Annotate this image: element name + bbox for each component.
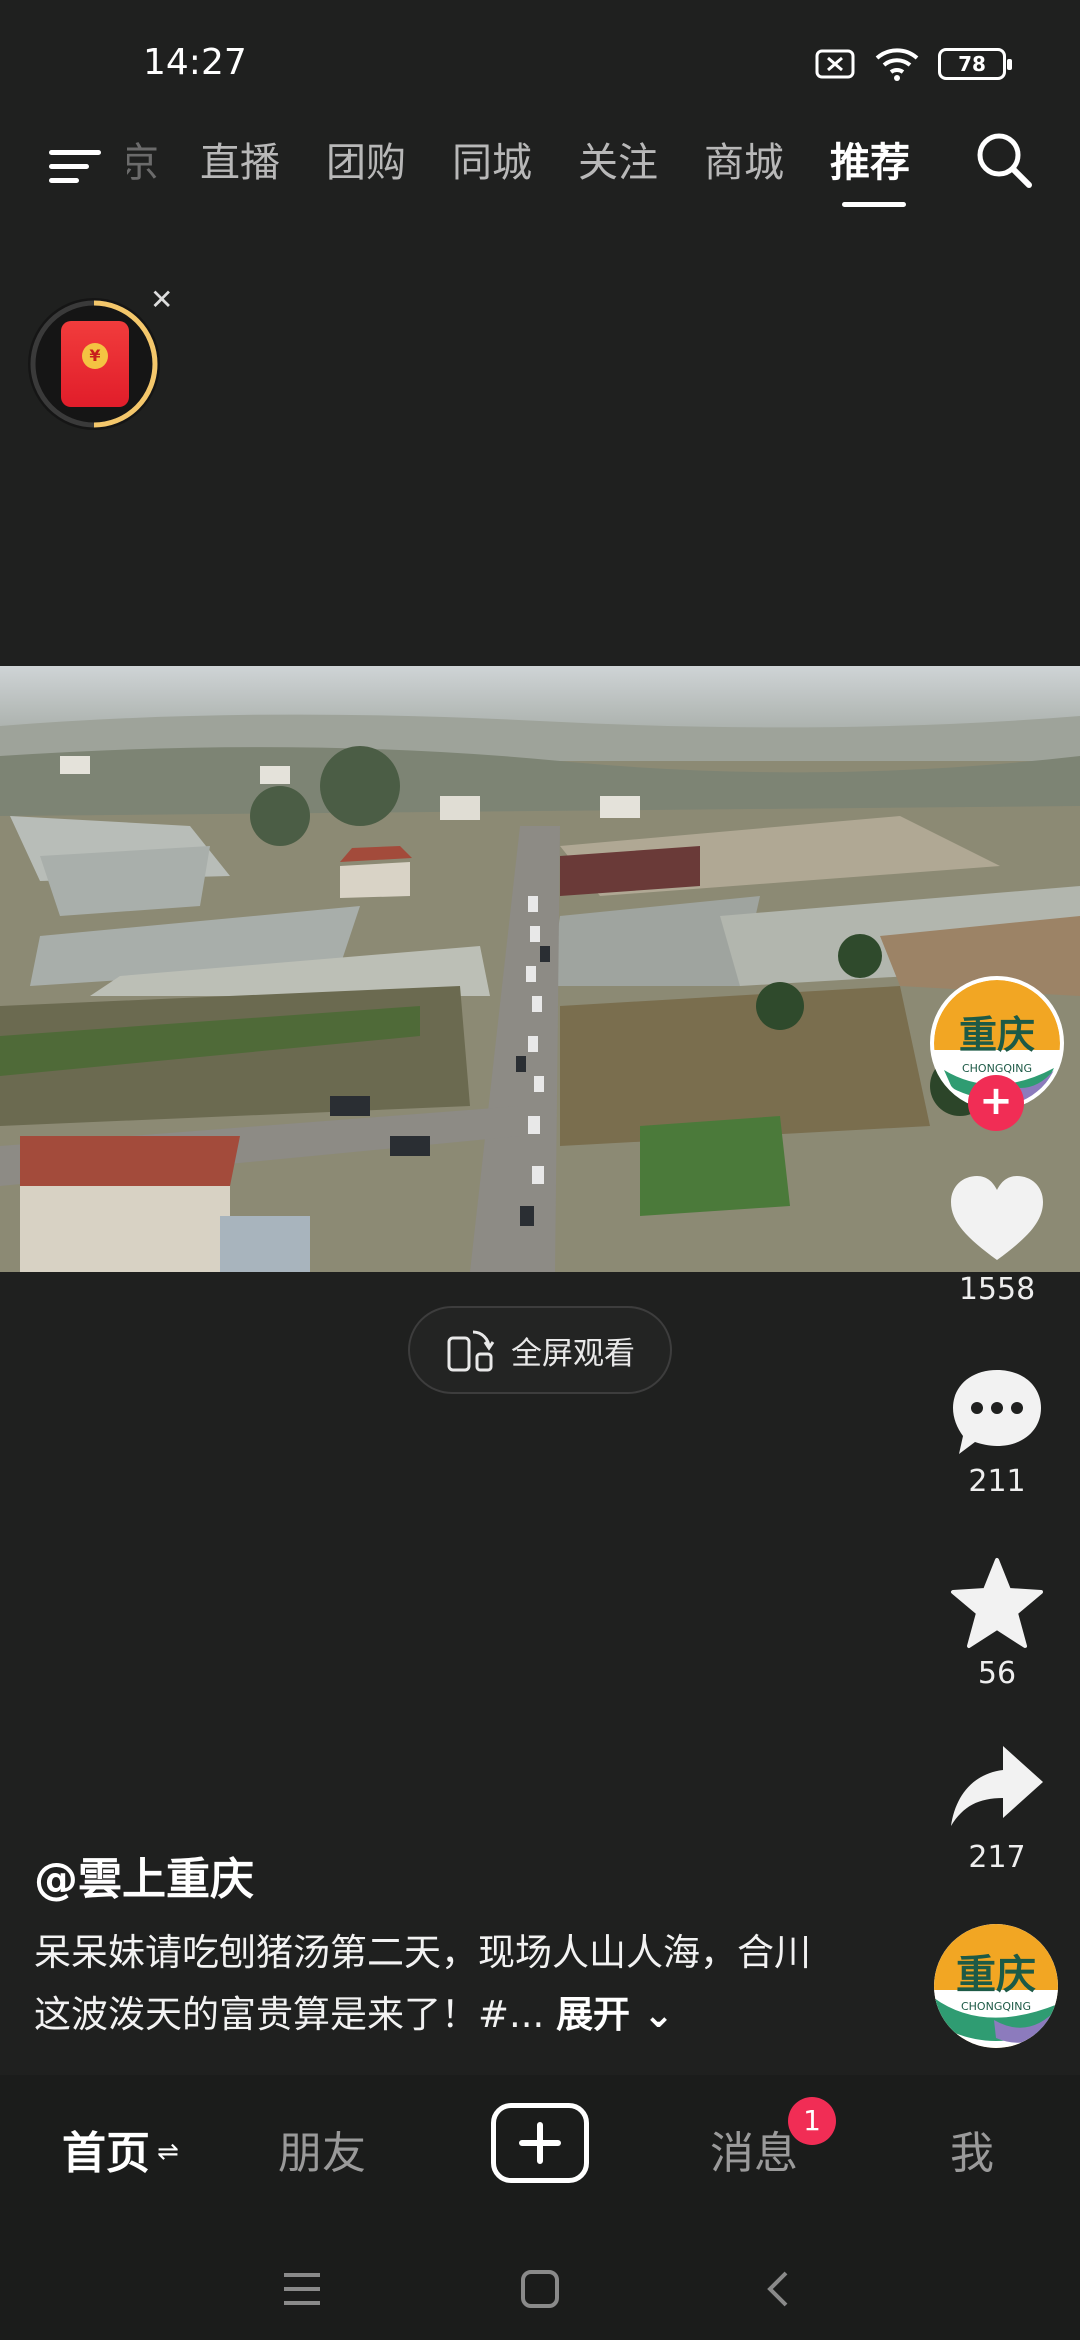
- tab-local[interactable]: 同城: [452, 130, 532, 188]
- recent-apps-icon[interactable]: [282, 2271, 322, 2307]
- back-icon[interactable]: [762, 2269, 792, 2309]
- red-envelope-icon: ¥: [61, 321, 129, 407]
- plus-icon: [519, 2122, 561, 2164]
- tab-following[interactable]: 关注: [578, 130, 658, 188]
- nav-messages[interactable]: 消息: [710, 2117, 798, 2181]
- comment-icon: [953, 1370, 1041, 1454]
- battery-level: 78: [958, 52, 986, 76]
- fullscreen-label: 全屏观看: [511, 1335, 635, 1372]
- expand-button[interactable]: 展开 ⌄: [556, 1993, 674, 2036]
- expand-label: 展开: [556, 1993, 631, 2036]
- wifi-icon: [875, 48, 919, 81]
- menu-icon[interactable]: [45, 136, 105, 196]
- chevron-down-icon: ⌄: [630, 1993, 674, 2036]
- create-button[interactable]: [491, 2103, 589, 2183]
- video-caption: 呆呆妹请吃刨猪汤第二天，现场人山人海，合川这波泼天的富贵算是来了！#... 展开…: [34, 1922, 814, 2046]
- close-icon[interactable]: ✕: [150, 283, 173, 316]
- share-icon: [951, 1746, 1043, 1826]
- fullscreen-button[interactable]: 全屏观看: [408, 1306, 672, 1394]
- heart-icon: [951, 1176, 1043, 1260]
- follow-button[interactable]: +: [968, 1075, 1024, 1131]
- share-button[interactable]: 217: [940, 1740, 1054, 1875]
- comment-count: 211: [968, 1464, 1026, 1499]
- system-nav-bar: [0, 2215, 1080, 2340]
- message-badge: 1: [788, 2097, 836, 2145]
- status-bar: 14:27 78: [0, 0, 1080, 120]
- author-name[interactable]: @雲上重庆: [34, 1843, 254, 1907]
- sim-x-icon: [815, 49, 855, 79]
- creator-avatar-text: 重庆: [959, 1013, 1035, 1057]
- video-frame: [0, 666, 1080, 1272]
- status-icons: 78: [814, 46, 1012, 82]
- comment-button[interactable]: 211: [940, 1364, 1054, 1499]
- tab-live[interactable]: 直播: [200, 130, 280, 188]
- star-icon: [951, 1558, 1043, 1648]
- like-count: 1558: [958, 1272, 1036, 1307]
- tab-cut-off[interactable]: 京: [127, 130, 159, 188]
- share-count: 217: [968, 1840, 1026, 1875]
- red-packet-widget[interactable]: ¥: [28, 298, 160, 430]
- tab-recommend[interactable]: 推荐: [830, 130, 910, 188]
- music-disc-subtext: CHONGQING: [961, 2000, 1031, 2013]
- rotate-screen-icon: [447, 1330, 495, 1372]
- nav-me[interactable]: 我: [950, 2117, 994, 2181]
- music-disc-logo: 重庆 CHONGQING: [934, 1924, 1058, 2048]
- status-time: 14:27: [143, 42, 247, 83]
- swap-icon[interactable]: ⇌: [157, 2137, 179, 2167]
- nav-home[interactable]: 首页: [62, 2117, 150, 2181]
- home-icon[interactable]: [520, 2269, 560, 2309]
- caption-text: 呆呆妹请吃刨猪汤第二天，现场人山人海，合川这波泼天的富贵算是来了！#...: [34, 1931, 811, 2036]
- tab-group-buy[interactable]: 团购: [326, 130, 406, 188]
- favorite-button[interactable]: 56: [940, 1556, 1054, 1691]
- like-button[interactable]: 1558: [940, 1172, 1054, 1307]
- top-tab-bar: 京 直播 团购 同城 关注 商城 推荐: [0, 120, 1080, 220]
- coin-icon: ¥: [82, 343, 108, 369]
- battery-icon: 78: [938, 48, 1012, 80]
- music-disc-text: 重庆: [956, 1952, 1036, 1998]
- nav-friends[interactable]: 朋友: [278, 2117, 366, 2181]
- video-player[interactable]: [0, 666, 1080, 1272]
- active-tab-indicator: [842, 202, 906, 207]
- tab-mall[interactable]: 商城: [704, 130, 784, 188]
- search-icon[interactable]: [972, 128, 1036, 192]
- favorite-count: 56: [977, 1656, 1017, 1691]
- music-disc[interactable]: 重庆 CHONGQING: [934, 1924, 1058, 2048]
- creator-avatar-subtext: CHONGQING: [962, 1062, 1032, 1075]
